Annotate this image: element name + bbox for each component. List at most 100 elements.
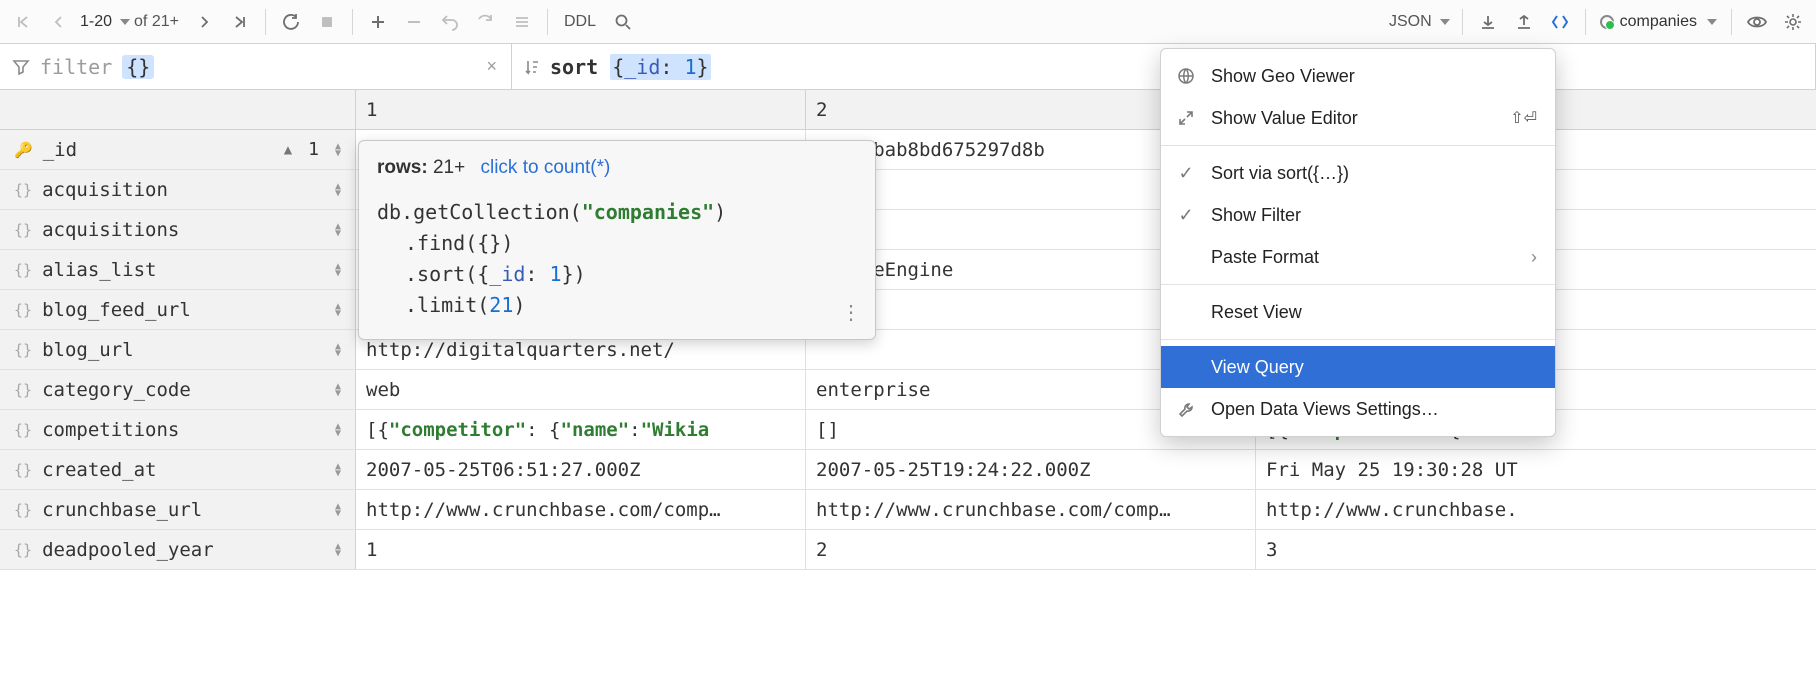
braces-icon: {} — [14, 461, 32, 479]
expand-icon — [1175, 110, 1197, 126]
data-cell[interactable]: http://www.crunchbase. — [1256, 490, 1816, 529]
field-name: acquisition — [42, 179, 168, 201]
braces-icon: {} — [14, 421, 32, 439]
import-button[interactable] — [1507, 5, 1541, 39]
sorter-icon[interactable]: ▲▼ — [329, 423, 347, 437]
page-first-button[interactable] — [6, 5, 40, 39]
braces-icon: {} — [14, 501, 32, 519]
menu-label: Show Geo Viewer — [1211, 66, 1355, 87]
data-cell[interactable]: 2007-05-25T19:24:22.000Z — [806, 450, 1256, 489]
sorter-icon[interactable]: ▲▼ — [329, 343, 347, 357]
menu-view-query[interactable]: View Query — [1161, 346, 1555, 388]
query-tooltip: rows: 21+ click to count(*) db.getCollec… — [358, 140, 876, 340]
menu-paste-format[interactable]: Paste Format › — [1161, 236, 1555, 278]
menu-show-value-editor[interactable]: Show Value Editor ⇧⏎ — [1161, 97, 1555, 139]
ddl-label: DDL — [560, 13, 600, 31]
stop-button[interactable] — [310, 5, 344, 39]
format-label: JSON — [1385, 13, 1436, 31]
page-next-button[interactable] — [187, 5, 221, 39]
kebab-icon[interactable]: ⋮ — [841, 300, 861, 325]
sorter-icon[interactable]: ▲▼ — [329, 263, 347, 277]
sorter-icon[interactable]: ▲▼ — [329, 503, 347, 517]
export-button[interactable] — [1471, 5, 1505, 39]
braces-icon: {} — [14, 261, 32, 279]
tx-button[interactable] — [505, 5, 539, 39]
datasource-select[interactable]: companies — [1594, 13, 1723, 31]
page-range-label: 1-20 — [78, 13, 114, 31]
page-prev-button[interactable] — [42, 5, 76, 39]
data-cell[interactable]: http://www.crunchbase.com/comp… — [806, 490, 1256, 529]
data-cell[interactable]: 2007-05-25T06:51:27.000Z — [356, 450, 806, 489]
field-name: acquisitions — [42, 219, 179, 241]
menu-label: Open Data Views Settings… — [1211, 399, 1439, 420]
braces-icon: {} — [14, 541, 32, 559]
revert-button[interactable] — [433, 5, 467, 39]
view-toggle-button[interactable] — [1740, 5, 1774, 39]
query-code: db.getCollection("companies") .find({}) … — [377, 197, 857, 321]
braces-icon: {} — [14, 381, 32, 399]
page-last-button[interactable] — [223, 5, 257, 39]
field-header[interactable]: {} acquisition ▲▼ — [0, 170, 356, 209]
field-header[interactable]: {}category_code▲▼ — [0, 370, 356, 409]
data-cell[interactable]: 1 — [356, 530, 806, 569]
sort-icon — [524, 58, 540, 76]
field-name: deadpooled_year — [42, 539, 214, 561]
rows-value: 21+ — [433, 157, 465, 178]
field-header[interactable]: {} acquisitions ▲▼ — [0, 210, 356, 249]
braces-icon: {} — [14, 181, 32, 199]
field-name: blog_url — [42, 339, 134, 361]
column-header[interactable]: 1 — [356, 90, 806, 129]
header-corner — [0, 90, 356, 129]
table-row: {} deadpooled_year ▲▼ 123 — [0, 530, 1816, 570]
sorter-icon[interactable]: ▲▼ — [329, 543, 347, 557]
count-link[interactable]: click to count(*) — [480, 157, 610, 178]
sort-index: 1 — [302, 139, 319, 160]
filter-clear-icon[interactable]: × — [486, 56, 497, 77]
sorter-icon[interactable]: ▲▼ — [329, 303, 347, 317]
menu-label: Reset View — [1211, 302, 1302, 323]
field-header[interactable]: {}blog_feed_url▲▼ — [0, 290, 356, 329]
field-header[interactable]: {}alias_list▲▼ — [0, 250, 356, 289]
sorter-icon[interactable]: ▲▼ — [329, 183, 347, 197]
braces-icon: {} — [14, 221, 32, 239]
field-header[interactable]: 🔑_id▲1▲▼ — [0, 130, 356, 169]
add-row-button[interactable] — [361, 5, 395, 39]
compare-button[interactable] — [1543, 5, 1577, 39]
sorter-icon[interactable]: ▲▼ — [329, 383, 347, 397]
reload-button[interactable] — [274, 5, 308, 39]
data-cell[interactable]: 2 — [806, 530, 1256, 569]
data-cell[interactable]: 3 — [1256, 530, 1816, 569]
data-cell[interactable]: http://www.crunchbase.com/comp… — [356, 490, 806, 529]
menu-reset-view[interactable]: Reset View — [1161, 291, 1555, 333]
menu-show-filter[interactable]: ✓ Show Filter — [1161, 194, 1555, 236]
data-cell[interactable]: Fri May 25 19:30:28 UT — [1256, 450, 1816, 489]
menu-sort-via-sort[interactable]: ✓ Sort via sort({…}) — [1161, 152, 1555, 194]
menu-separator — [1161, 339, 1555, 340]
sorter-icon[interactable]: ▲▼ — [329, 223, 347, 237]
menu-open-settings[interactable]: Open Data Views Settings… — [1161, 388, 1555, 430]
data-cell[interactable]: [{"competitor": {"name": "Wikia — [356, 410, 806, 449]
format-select[interactable]: JSON — [1381, 5, 1454, 39]
field-name: _id — [43, 139, 77, 161]
menu-show-geo-viewer[interactable]: Show Geo Viewer — [1161, 55, 1555, 97]
sorter-icon[interactable]: ▲▼ — [329, 143, 347, 157]
filter-input[interactable]: filter {} × — [0, 44, 512, 89]
ddl-button[interactable]: DDL — [556, 5, 604, 39]
page-of-label: of 21+ — [132, 13, 185, 31]
remove-row-button[interactable] — [397, 5, 431, 39]
menu-shortcut: ⇧⏎ — [1510, 108, 1537, 128]
settings-button[interactable] — [1776, 5, 1810, 39]
commit-button[interactable] — [469, 5, 503, 39]
key-icon: 🔑 — [14, 141, 33, 159]
menu-label: Show Filter — [1211, 205, 1301, 226]
field-header[interactable]: {}competitions▲▼ — [0, 410, 356, 449]
page-range[interactable]: 1-20 of 21+ — [78, 13, 185, 31]
field-header[interactable]: {}blog_url▲▼ — [0, 330, 356, 369]
sorter-icon[interactable]: ▲▼ — [329, 463, 347, 477]
filter-label: filter — [40, 55, 112, 79]
field-header[interactable]: {}created_at▲▼ — [0, 450, 356, 489]
search-button[interactable] — [606, 5, 640, 39]
field-header[interactable]: {} deadpooled_year ▲▼ — [0, 530, 356, 569]
data-cell[interactable]: web — [356, 370, 806, 409]
field-header[interactable]: {}crunchbase_url▲▼ — [0, 490, 356, 529]
